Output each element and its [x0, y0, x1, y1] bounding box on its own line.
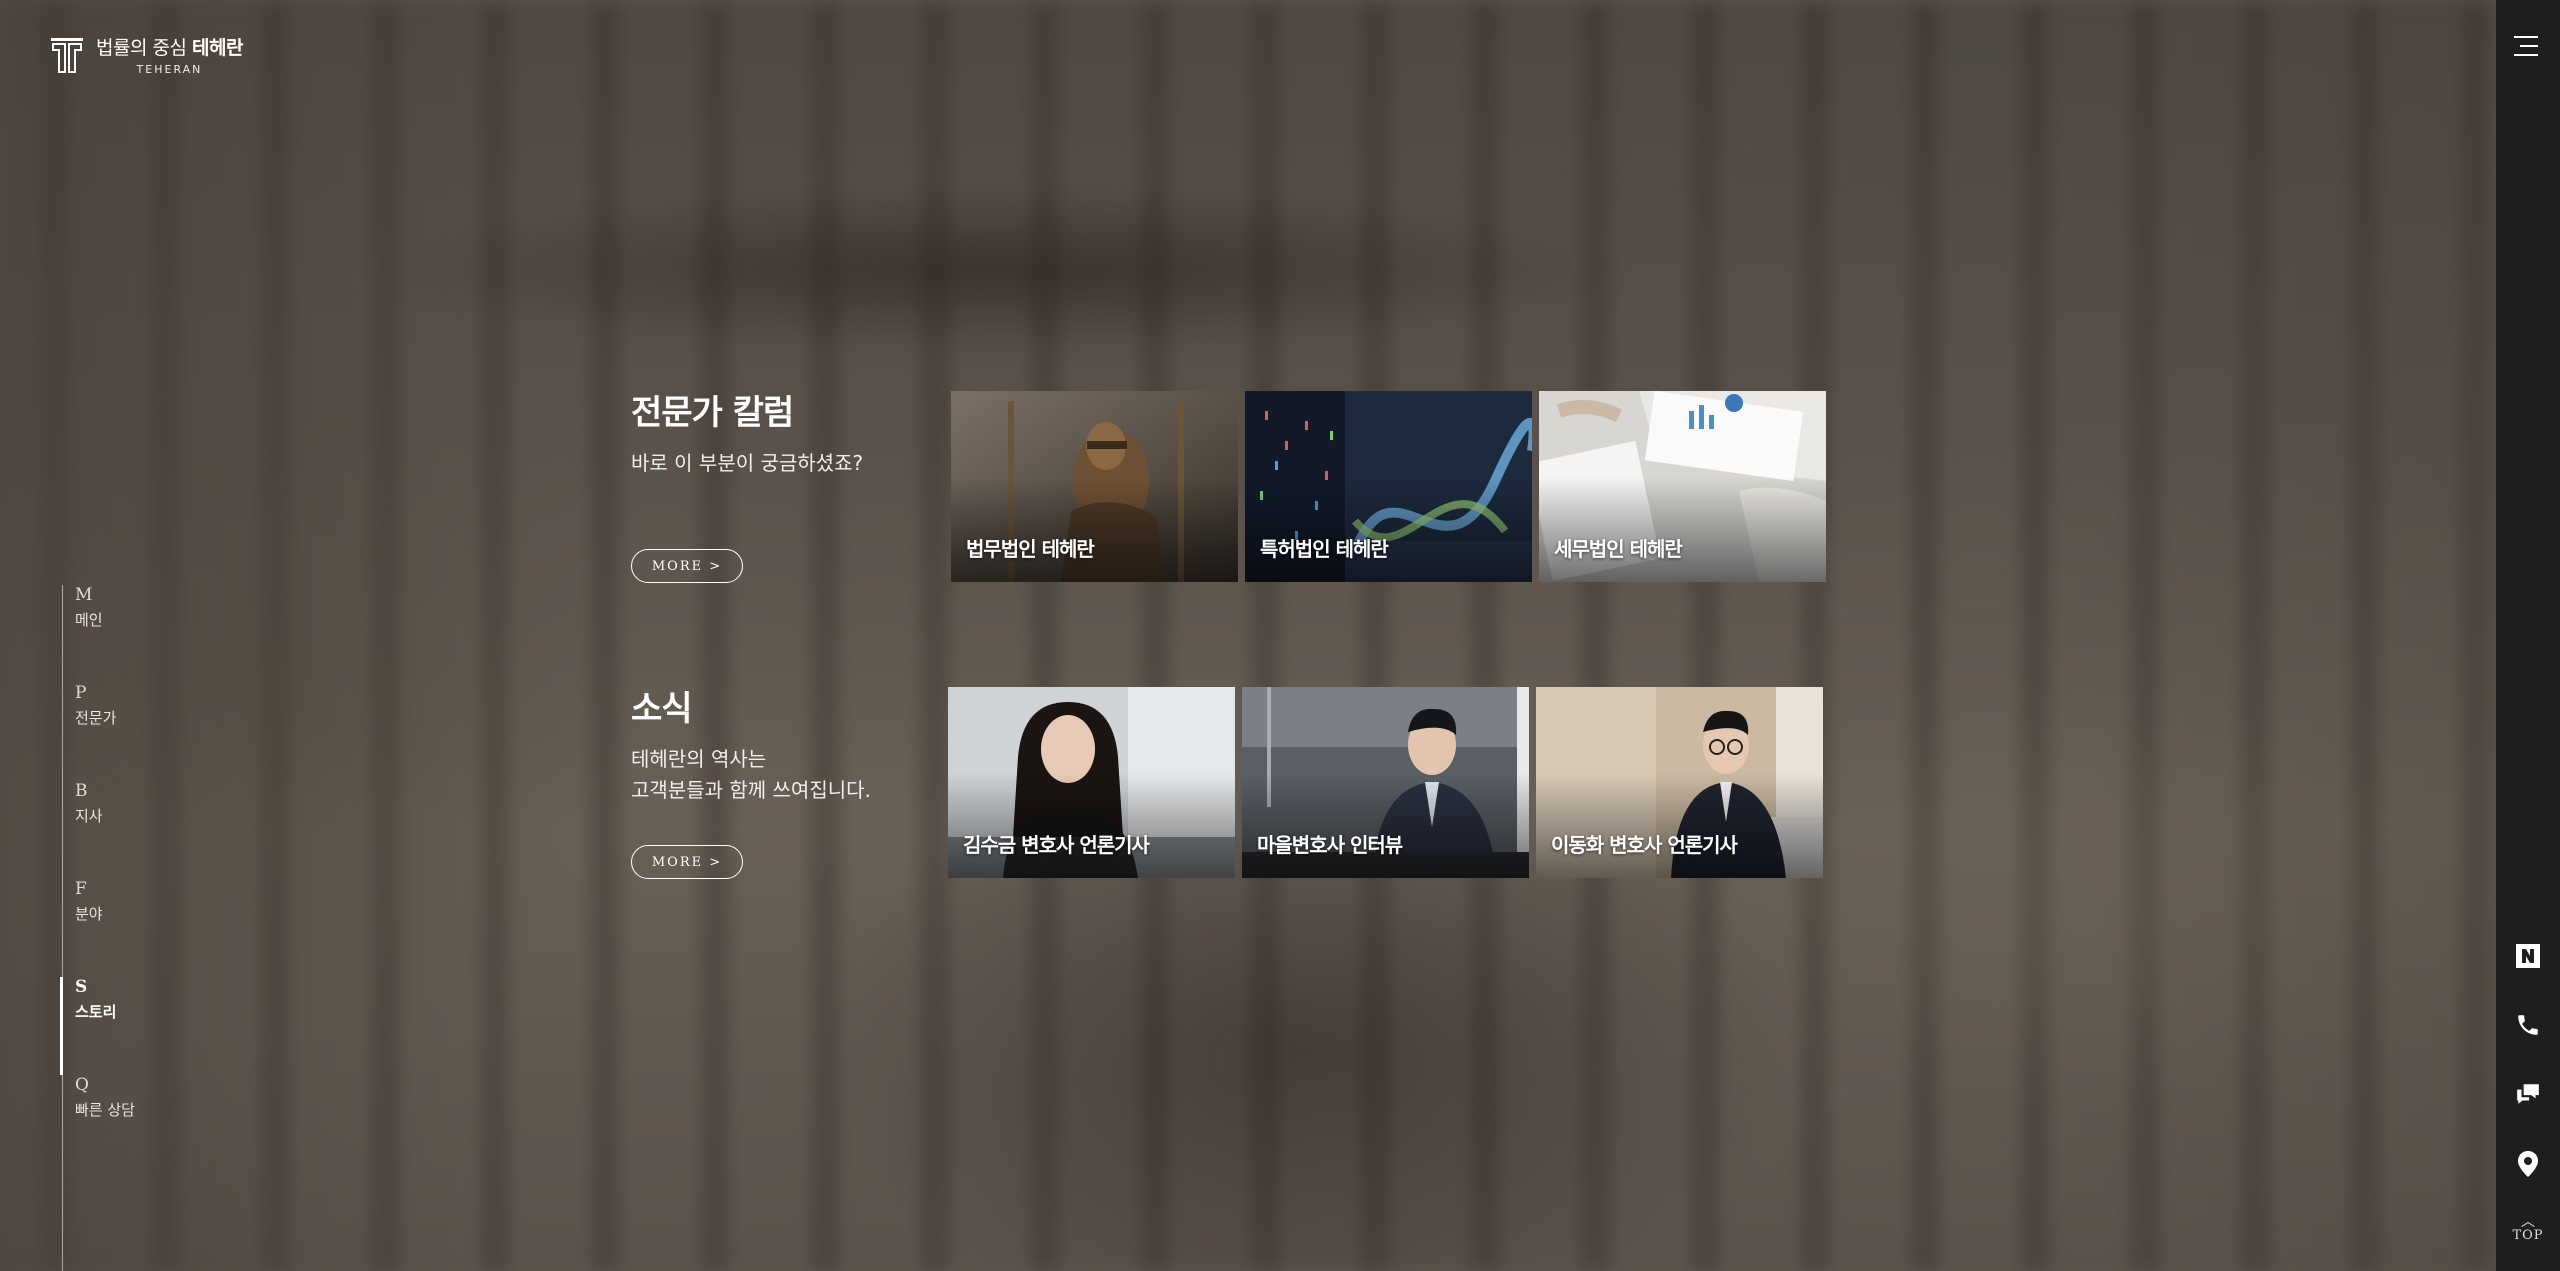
side-nav-letter: S — [75, 977, 88, 997]
logo-tagline: 법률의 중심 — [96, 37, 187, 59]
news-more-button[interactable]: MORE > — [631, 845, 743, 879]
expert-column-section: 전문가 칼럼 바로 이 부분이 궁금하셨죠? MORE > — [631, 385, 864, 583]
side-nav-track — [62, 585, 63, 1271]
card-tax-firm[interactable]: 세무법인 테헤란 — [1539, 391, 1826, 582]
card-news-lee[interactable]: 이동화 변호사 언론기사 — [1536, 687, 1823, 878]
side-nav-letter: B — [75, 781, 88, 801]
logo-english: TEHERAN — [136, 63, 203, 76]
side-nav-item-main[interactable]: M 메인 — [75, 585, 195, 630]
card-patent-firm[interactable]: 특허법인 테헤란 — [1245, 391, 1532, 582]
news-cards: 김수금 변호사 언론기사 마을변호사 인터뷰 이동화 변호사 언론기사 — [948, 687, 1823, 878]
side-nav-label: 전문가 — [75, 709, 117, 727]
naver-blog-icon[interactable] — [2514, 942, 2542, 970]
card-caption: 마을변호사 인터뷰 — [1257, 833, 1403, 857]
right-rail: ︿ TOP — [2496, 0, 2560, 1271]
section-title: 전문가 칼럼 — [631, 393, 794, 433]
column-cards: 법무법인 테헤란 특허법인 테헤란 세무법인 테헤란 — [951, 391, 1826, 582]
background-overlay — [0, 0, 2496, 1271]
side-nav-label: 스토리 — [75, 1003, 117, 1021]
logo-mark-icon — [51, 37, 83, 73]
side-nav-active-indicator — [60, 977, 63, 1075]
menu-icon[interactable] — [2514, 36, 2538, 56]
side-nav-label: 빠른 상담 — [75, 1101, 135, 1119]
section-subtitle: 테헤란의 역사는 고객분들과 함께 쓰여집니다. — [631, 747, 871, 802]
side-nav-label: 분야 — [75, 905, 103, 923]
side-nav-letter: P — [75, 683, 87, 703]
side-nav-letter: F — [75, 879, 87, 899]
phone-icon[interactable] — [2514, 1011, 2542, 1039]
card-law-firm[interactable]: 법무법인 테헤란 — [951, 391, 1238, 582]
logo-brand: 테헤란 — [192, 37, 243, 59]
site-logo[interactable]: 법률의 중심 테헤란 TEHERAN — [50, 33, 243, 76]
card-news-village-lawyer[interactable]: 마을변호사 인터뷰 — [1242, 687, 1529, 878]
scroll-top-label: TOP — [2512, 1228, 2544, 1243]
side-nav-label: 메인 — [75, 611, 103, 629]
chat-icon[interactable] — [2514, 1080, 2542, 1108]
card-news-kim[interactable]: 김수금 변호사 언론기사 — [948, 687, 1235, 878]
column-more-button[interactable]: MORE > — [631, 549, 743, 583]
side-nav-label: 지사 — [75, 807, 103, 825]
card-caption: 세무법인 테헤란 — [1554, 537, 1683, 561]
side-nav-letter: M — [75, 585, 93, 605]
card-caption: 이동화 변호사 언론기사 — [1551, 833, 1738, 857]
card-caption: 법무법인 테헤란 — [966, 537, 1095, 561]
side-nav-item-fields[interactable]: F 분야 — [75, 879, 195, 924]
side-nav-item-quick-consult[interactable]: Q 빠른 상담 — [75, 1075, 195, 1120]
card-caption: 김수금 변호사 언론기사 — [963, 833, 1150, 857]
side-nav-item-story[interactable]: S 스토리 — [75, 977, 195, 1022]
scroll-top-button[interactable]: ︿ TOP — [2496, 1214, 2560, 1243]
section-title: 소식 — [631, 689, 693, 729]
chevron-up-icon: ︿ — [2521, 1214, 2535, 1230]
side-nav-item-experts[interactable]: P 전문가 — [75, 683, 195, 728]
card-caption: 특허법인 테헤란 — [1260, 537, 1389, 561]
location-pin-icon[interactable] — [2514, 1150, 2542, 1178]
side-nav-item-branches[interactable]: B 지사 — [75, 781, 195, 826]
side-nav-letter: Q — [75, 1075, 89, 1095]
section-subtitle: 바로 이 부분이 궁금하셨죠? — [631, 451, 864, 475]
news-section: 소식 테헤란의 역사는 고객분들과 함께 쓰여집니다. MORE > — [631, 681, 871, 879]
